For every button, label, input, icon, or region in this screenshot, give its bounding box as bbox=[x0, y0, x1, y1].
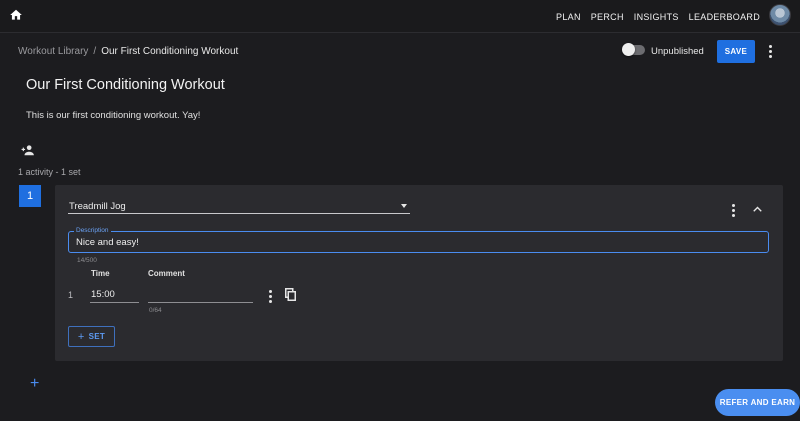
more-vert-icon[interactable] bbox=[732, 204, 736, 218]
plus-icon: + bbox=[77, 330, 85, 343]
description-char-count: 14/500 bbox=[77, 257, 97, 264]
publish-toggle-knob bbox=[622, 43, 635, 56]
activity-select-value: Treadmill Jog bbox=[69, 201, 126, 212]
add-activity-button[interactable]: + bbox=[30, 376, 39, 392]
description-field-value: Nice and easy! bbox=[76, 237, 139, 248]
add-person-icon[interactable] bbox=[21, 144, 35, 156]
avatar[interactable] bbox=[769, 4, 791, 26]
more-vert-icon[interactable] bbox=[269, 290, 273, 304]
activity-number-badge: 1 bbox=[19, 185, 41, 207]
nav-insights[interactable]: INSIGHTS bbox=[634, 12, 679, 22]
main-nav: PLAN PERCH INSIGHTS LEADERBOARD bbox=[556, 0, 760, 33]
set-row-index: 1 bbox=[68, 290, 74, 300]
top-app-bar: PLAN PERCH INSIGHTS LEADERBOARD bbox=[0, 0, 800, 33]
breadcrumb: Workout Library / Our First Conditioning… bbox=[18, 46, 238, 57]
save-button[interactable]: SAVE bbox=[717, 40, 755, 63]
comment-char-count: 0/64 bbox=[149, 307, 162, 314]
workout-description: This is our first conditioning workout. … bbox=[26, 110, 201, 121]
workout-summary: 1 activity - 1 set bbox=[18, 167, 81, 177]
add-set-label: SET bbox=[88, 332, 106, 341]
dropdown-caret-icon bbox=[401, 204, 407, 208]
home-icon[interactable] bbox=[9, 8, 23, 22]
breadcrumb-current: Our First Conditioning Workout bbox=[101, 46, 239, 57]
more-vert-icon[interactable] bbox=[769, 45, 773, 59]
time-input-value: 15:00 bbox=[91, 289, 115, 300]
nav-perch[interactable]: PERCH bbox=[591, 12, 624, 22]
time-input[interactable]: 15:00 bbox=[90, 286, 139, 303]
description-field-label: Description bbox=[74, 227, 111, 234]
activity-card: Treadmill Jog Description Nice and easy!… bbox=[55, 185, 783, 361]
publish-toggle[interactable] bbox=[622, 43, 645, 56]
description-field[interactable]: Description Nice and easy! bbox=[68, 227, 769, 253]
chevron-up-icon[interactable] bbox=[753, 206, 762, 212]
breadcrumb-separator: / bbox=[93, 46, 97, 57]
publish-status-label: Unpublished bbox=[651, 46, 704, 57]
activity-select[interactable]: Treadmill Jog bbox=[68, 198, 410, 214]
refer-and-earn-button[interactable]: REFER AND EARN bbox=[715, 389, 800, 416]
nav-leaderboard[interactable]: LEADERBOARD bbox=[689, 12, 760, 22]
breadcrumb-workout-library[interactable]: Workout Library bbox=[18, 46, 88, 57]
add-set-button[interactable]: + SET bbox=[68, 326, 115, 347]
copy-icon[interactable] bbox=[285, 288, 296, 301]
page-title: Our First Conditioning Workout bbox=[26, 77, 225, 93]
comment-input[interactable] bbox=[148, 286, 253, 303]
column-header-comment: Comment bbox=[148, 269, 185, 278]
column-header-time: Time bbox=[91, 269, 110, 278]
nav-plan[interactable]: PLAN bbox=[556, 12, 581, 22]
